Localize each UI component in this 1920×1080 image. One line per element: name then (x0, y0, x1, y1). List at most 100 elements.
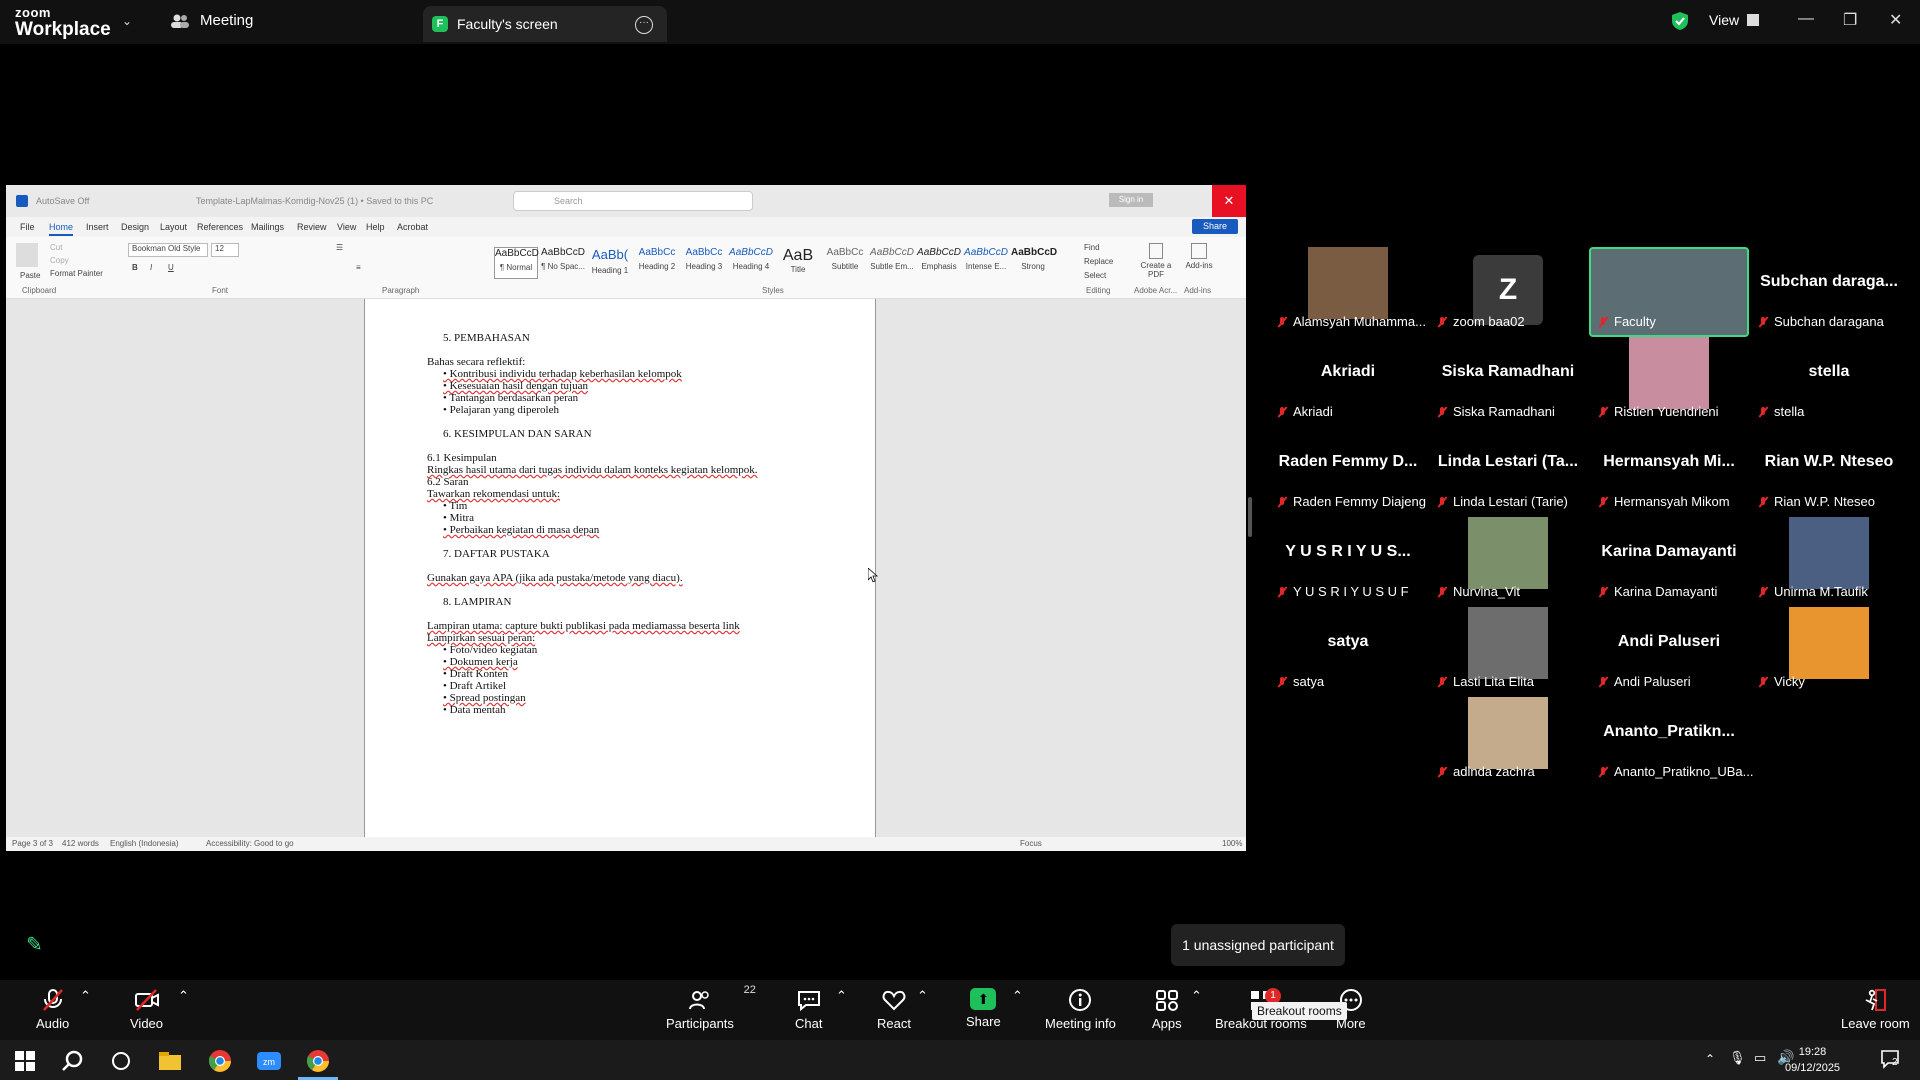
participant-tile[interactable]: Hermansyah Mi... Hermansyah Mikom (1589, 427, 1749, 517)
video-button[interactable]: Video (130, 988, 163, 1031)
panel-resize-handle[interactable] (1248, 497, 1252, 537)
style-subtitle[interactable]: AaBbCc Subtitle (823, 247, 867, 279)
chat-button[interactable]: Chat (795, 988, 822, 1031)
participant-tile[interactable]: adinda zachra (1428, 697, 1588, 787)
style-subtle-emphasis[interactable]: AaBbCcD Subtle Em... (870, 247, 914, 279)
zoom-taskbar-icon[interactable]: zm (256, 1048, 282, 1074)
font-name-select[interactable]: Bookman Old Style (128, 243, 208, 257)
italic-button[interactable]: I (150, 263, 152, 272)
network-tray-icon[interactable]: ▭ (1754, 1050, 1766, 1066)
windows-start-icon[interactable] (12, 1048, 38, 1074)
find-button[interactable]: Find (1084, 243, 1100, 252)
align-left-icon[interactable]: ≡ (356, 263, 361, 272)
video-caret-icon[interactable]: ⌃ (178, 988, 189, 1004)
participant-tile[interactable]: Ananto_Pratikn... Ananto_Pratikno_UBa... (1589, 697, 1753, 787)
menu-layout[interactable]: Layout (160, 222, 187, 232)
format-painter-button[interactable]: Format Painter (50, 269, 103, 278)
meeting-tab[interactable]: Meeting (170, 12, 253, 29)
more-options-icon[interactable]: ··· (635, 16, 653, 34)
participant-tile[interactable]: Faculty (1589, 247, 1749, 337)
react-button[interactable]: React (877, 988, 911, 1031)
participant-tile[interactable]: Akriadi Akriadi (1268, 337, 1428, 427)
menu-home[interactable]: Home (49, 222, 74, 236)
view-button[interactable]: View (1709, 12, 1760, 28)
participant-tile[interactable]: Nurvina_Vit (1428, 517, 1588, 607)
style-intense-emphasis[interactable]: AaBbCcD Intense E... (964, 247, 1008, 279)
audio-button[interactable]: Audio (36, 988, 69, 1031)
share-caret-icon[interactable]: ⌃ (1012, 988, 1023, 1004)
status-zoom[interactable]: 100% (1222, 839, 1242, 848)
participant-tile[interactable]: Alamsyah Muhamma... (1268, 247, 1428, 337)
tray-chevron-icon[interactable]: ⌃ (1705, 1052, 1715, 1066)
chrome-icon[interactable] (207, 1048, 233, 1074)
menu-help[interactable]: Help (366, 222, 385, 232)
restore-icon[interactable]: ❐ (1843, 10, 1857, 30)
replace-button[interactable]: Replace (1084, 257, 1113, 266)
word-close-icon[interactable]: ✕ (1212, 185, 1246, 217)
autosave-toggle[interactable]: AutoSave Off (36, 196, 89, 206)
cut-button[interactable]: Cut (50, 243, 62, 252)
search-icon[interactable] (60, 1048, 86, 1074)
chevron-down-icon[interactable]: ⌄ (122, 14, 132, 28)
menu-acrobat[interactable]: Acrobat (397, 222, 428, 232)
menu-mailings[interactable]: Mailings (251, 222, 284, 232)
close-icon[interactable]: ✕ (1889, 10, 1902, 30)
zoom-workplace-logo[interactable]: zoom Workplace (15, 6, 111, 39)
taskbar-clock[interactable]: 19:28 09/12/2025 (1785, 1044, 1840, 1076)
bullets-icon[interactable]: ☰ (336, 243, 343, 252)
file-explorer-icon[interactable] (157, 1048, 183, 1074)
react-caret-icon[interactable]: ⌃ (917, 988, 928, 1004)
underline-button[interactable]: U (168, 263, 174, 272)
participant-tile[interactable]: Linda Lestari (Ta... Linda Lestari (Tarie… (1428, 427, 1588, 517)
style-heading-2[interactable]: AaBbCc Heading 2 (635, 247, 679, 279)
style-no-spacing[interactable]: AaBbCcD ¶ No Spac... (541, 247, 585, 279)
menu-insert[interactable]: Insert (86, 222, 109, 232)
menu-references[interactable]: References (197, 222, 243, 232)
notification-center-icon[interactable]: 2 (1880, 1049, 1900, 1069)
copy-button[interactable]: Copy (50, 256, 69, 265)
participant-tile[interactable]: Rian W.P. Nteseo Rian W.P. Nteseo (1749, 427, 1909, 517)
menu-design[interactable]: Design (121, 222, 149, 232)
menu-file[interactable]: File (20, 222, 35, 232)
style-heading-4[interactable]: AaBbCcD Heading 4 (729, 247, 773, 279)
addins-button[interactable]: Add-ins (1182, 243, 1216, 270)
chrome-active-icon[interactable] (305, 1048, 331, 1074)
participant-tile[interactable]: Karina Damayanti Karina Damayanti (1589, 517, 1749, 607)
status-focus[interactable]: Focus (1020, 839, 1042, 848)
share-button[interactable]: ⬆ Share (966, 988, 1001, 1029)
participant-tile[interactable]: Subchan daraga... Subchan daragana (1749, 247, 1909, 337)
menu-view[interactable]: View (337, 222, 356, 232)
chat-caret-icon[interactable]: ⌃ (836, 988, 847, 1004)
bold-button[interactable]: B (132, 263, 138, 272)
style-emphasis[interactable]: AaBbCcD Emphasis (917, 247, 961, 279)
encryption-shield-icon[interactable] (1671, 11, 1689, 31)
style-title[interactable]: AaB Title (776, 247, 820, 279)
participant-tile[interactable]: Raden Femmy D... Raden Femmy Diajeng (1268, 427, 1428, 517)
unassigned-participant-toast[interactable]: 1 unassigned participant (1171, 924, 1345, 966)
participant-tile[interactable]: Andi Paluseri Andi Paluseri (1589, 607, 1749, 697)
participant-tile[interactable]: Zzoom baa02 (1428, 247, 1588, 337)
select-button[interactable]: Select (1084, 271, 1106, 280)
style-heading-3[interactable]: AaBbCc Heading 3 (682, 247, 726, 279)
leave-room-button[interactable]: Leave room (1841, 988, 1910, 1031)
participant-tile[interactable]: Y U S R I Y U S... Y U S R I Y U S U F (1268, 517, 1428, 607)
minimize-icon[interactable]: — (1798, 10, 1814, 28)
participant-tile[interactable]: Ristien Yuendrieni (1589, 337, 1749, 427)
word-search-box[interactable]: Search (513, 191, 753, 211)
apps-caret-icon[interactable]: ⌃ (1191, 988, 1202, 1004)
status-language[interactable]: English (Indonesia) (110, 839, 178, 848)
participant-tile[interactable]: Vicky (1749, 607, 1909, 697)
meeting-info-button[interactable]: Meeting info (1045, 988, 1116, 1031)
create-pdf-button[interactable]: Create a PDF (1138, 243, 1174, 279)
participant-tile[interactable]: Lasti Lita Elita (1428, 607, 1588, 697)
document-page[interactable]: 5. PEMBAHASAN Bahas secara reflektif: • … (364, 299, 876, 837)
paste-icon[interactable] (16, 243, 38, 267)
style-strong[interactable]: AaBbCcD Strong (1011, 247, 1057, 279)
participant-tile[interactable]: Siska Ramadhani Siska Ramadhani (1428, 337, 1588, 427)
participants-button[interactable]: 22 Participants (666, 984, 756, 1031)
style-heading-1[interactable]: AaBb(Heading 1 (588, 247, 632, 279)
style-normal[interactable]: AaBbCcD ¶ Normal (494, 247, 539, 279)
participant-tile[interactable]: Unirma M.Taufik (1749, 517, 1909, 607)
participant-tile[interactable]: satya satya (1268, 607, 1428, 697)
status-accessibility[interactable]: Accessibility: Good to go (206, 839, 294, 848)
